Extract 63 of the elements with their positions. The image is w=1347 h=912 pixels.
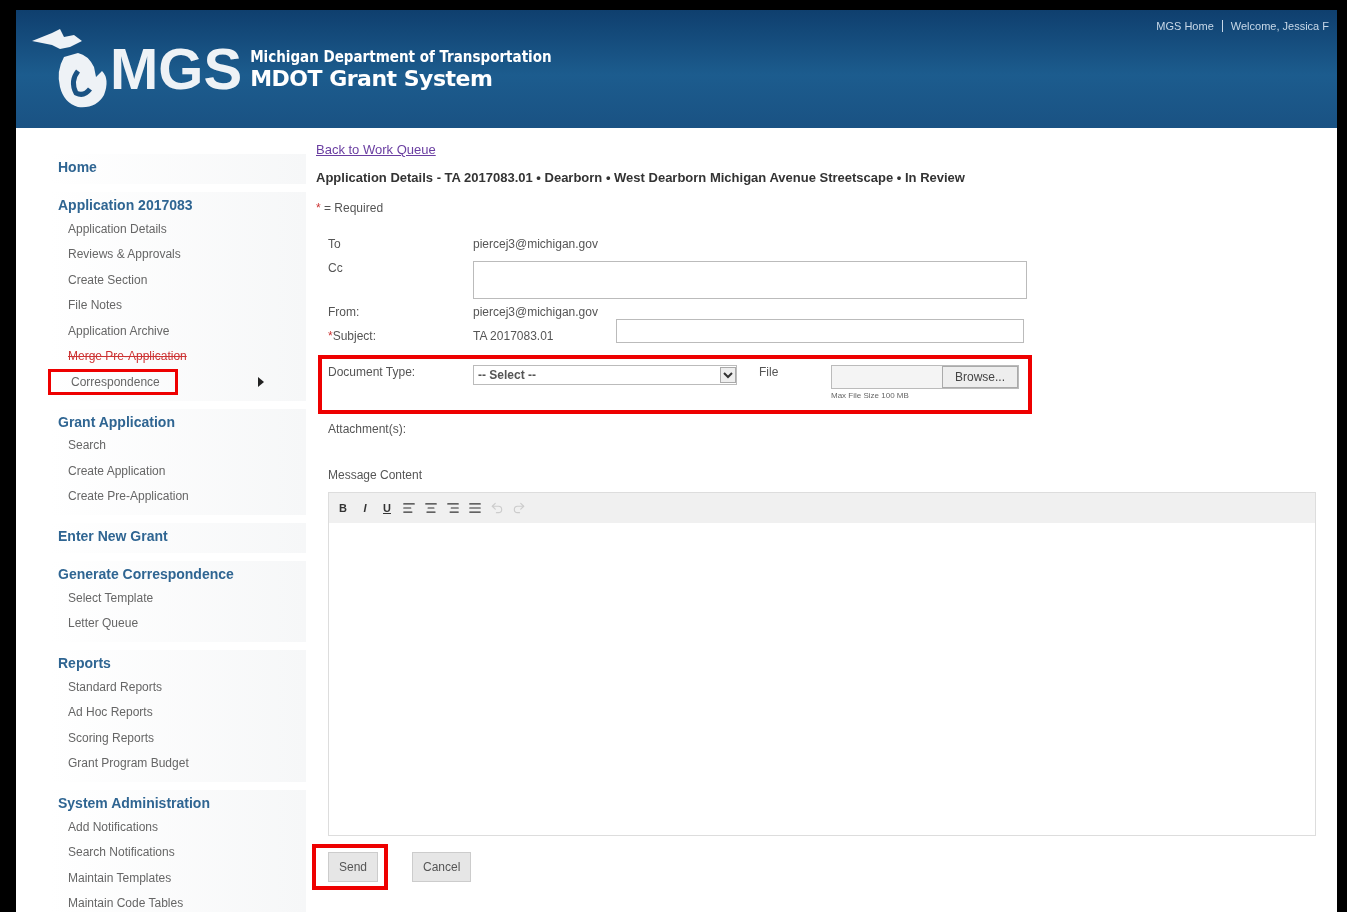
nav-heading[interactable]: Generate Correspondence: [58, 563, 306, 585]
cc-field[interactable]: [473, 261, 1027, 299]
back-link[interactable]: Back to Work Queue: [316, 142, 436, 157]
field-label: To: [328, 237, 342, 251]
nav-item[interactable]: Merge Pre-Application: [68, 349, 187, 364]
italic-button[interactable]: I: [357, 500, 373, 516]
field-value: piercej3@michigan.gov: [473, 237, 598, 251]
field-value: piercej3@michigan.gov: [473, 305, 598, 319]
nav-item[interactable]: Application Details: [68, 221, 167, 236]
nav-item[interactable]: Correspondence: [71, 374, 160, 389]
align-right-icon[interactable]: [445, 500, 461, 516]
field-label: Attachment(s):: [328, 422, 408, 436]
nav-item[interactable]: Create Pre-Application: [68, 489, 189, 504]
cancel-button[interactable]: Cancel: [412, 852, 472, 882]
file-size-note: Max File Size 100 MB: [831, 391, 909, 400]
nav-item[interactable]: Search: [68, 438, 107, 453]
underline-button[interactable]: U: [379, 500, 395, 516]
nav-heading[interactable]: Grant Application: [58, 410, 306, 433]
field-label: *Subject:: [328, 329, 378, 343]
subject-field[interactable]: [615, 319, 1024, 343]
nav-item[interactable]: Grant Program Budget: [68, 756, 189, 771]
field-value: TA 2017083.01: [473, 329, 554, 343]
field-label: From:: [328, 305, 361, 319]
nav-item[interactable]: Create Application: [68, 463, 166, 478]
file-field[interactable]: Browse...: [831, 365, 1019, 389]
nav-heading[interactable]: Enter New Grant: [58, 525, 306, 547]
bold-button[interactable]: B: [335, 500, 351, 516]
nav-item[interactable]: Letter Queue: [68, 616, 139, 631]
header-link[interactable]: MGS Home: [1148, 20, 1222, 32]
chevron-down-icon: [720, 367, 736, 383]
align-left-icon[interactable]: [401, 500, 417, 516]
nav-heading[interactable]: Application 2017083: [58, 194, 306, 216]
system-title: MDOT Grant System: [250, 65, 494, 91]
logo-text: MGS: [110, 35, 243, 103]
nav-item[interactable]: Add Notifications: [68, 819, 159, 834]
nav-item[interactable]: Application Archive: [68, 323, 170, 338]
nav-item[interactable]: Maintain Templates: [68, 870, 172, 885]
justify-icon[interactable]: [467, 500, 483, 516]
nav-item[interactable]: Maintain Code Tables: [68, 896, 184, 911]
align-center-icon[interactable]: [423, 500, 439, 516]
send-button[interactable]: Send: [328, 852, 379, 882]
nav-item[interactable]: Scoring Reports: [68, 730, 155, 745]
nav-heading[interactable]: Home: [58, 156, 306, 178]
nav-item[interactable]: Reviews & Approvals: [68, 247, 181, 262]
nav-item[interactable]: Create Section: [68, 272, 148, 287]
nav-heading[interactable]: Reports: [58, 652, 306, 674]
nav-item[interactable]: File Notes: [68, 298, 123, 313]
field-label: Document Type:: [328, 365, 417, 381]
nav-heading[interactable]: System Administration: [58, 792, 306, 814]
nav-item[interactable]: Standard Reports: [68, 679, 163, 694]
document-type-select[interactable]: -- Select --: [473, 365, 737, 385]
field-label: Message Content: [328, 468, 424, 482]
agency-name: Michigan Department of Transportation: [250, 47, 552, 66]
message-editor[interactable]: B I U: [328, 492, 1316, 836]
page-heading: Application Details - TA 2017083.01 • Dearborn • West Dearborn Michigan Avenue Streetscape • In Review: [316, 170, 966, 185]
field-label: Cc: [328, 261, 344, 275]
browse-button[interactable]: Browse...: [942, 366, 1018, 388]
required-note: * = Required: [316, 201, 385, 215]
header-link[interactable]: Welcome, Jessica F: [1221, 20, 1337, 32]
field-label: File: [759, 365, 780, 381]
nav-item[interactable]: Select Template: [68, 590, 154, 605]
nav-item[interactable]: Ad Hoc Reports: [68, 705, 153, 720]
nav-item[interactable]: Search Notifications: [68, 845, 175, 860]
